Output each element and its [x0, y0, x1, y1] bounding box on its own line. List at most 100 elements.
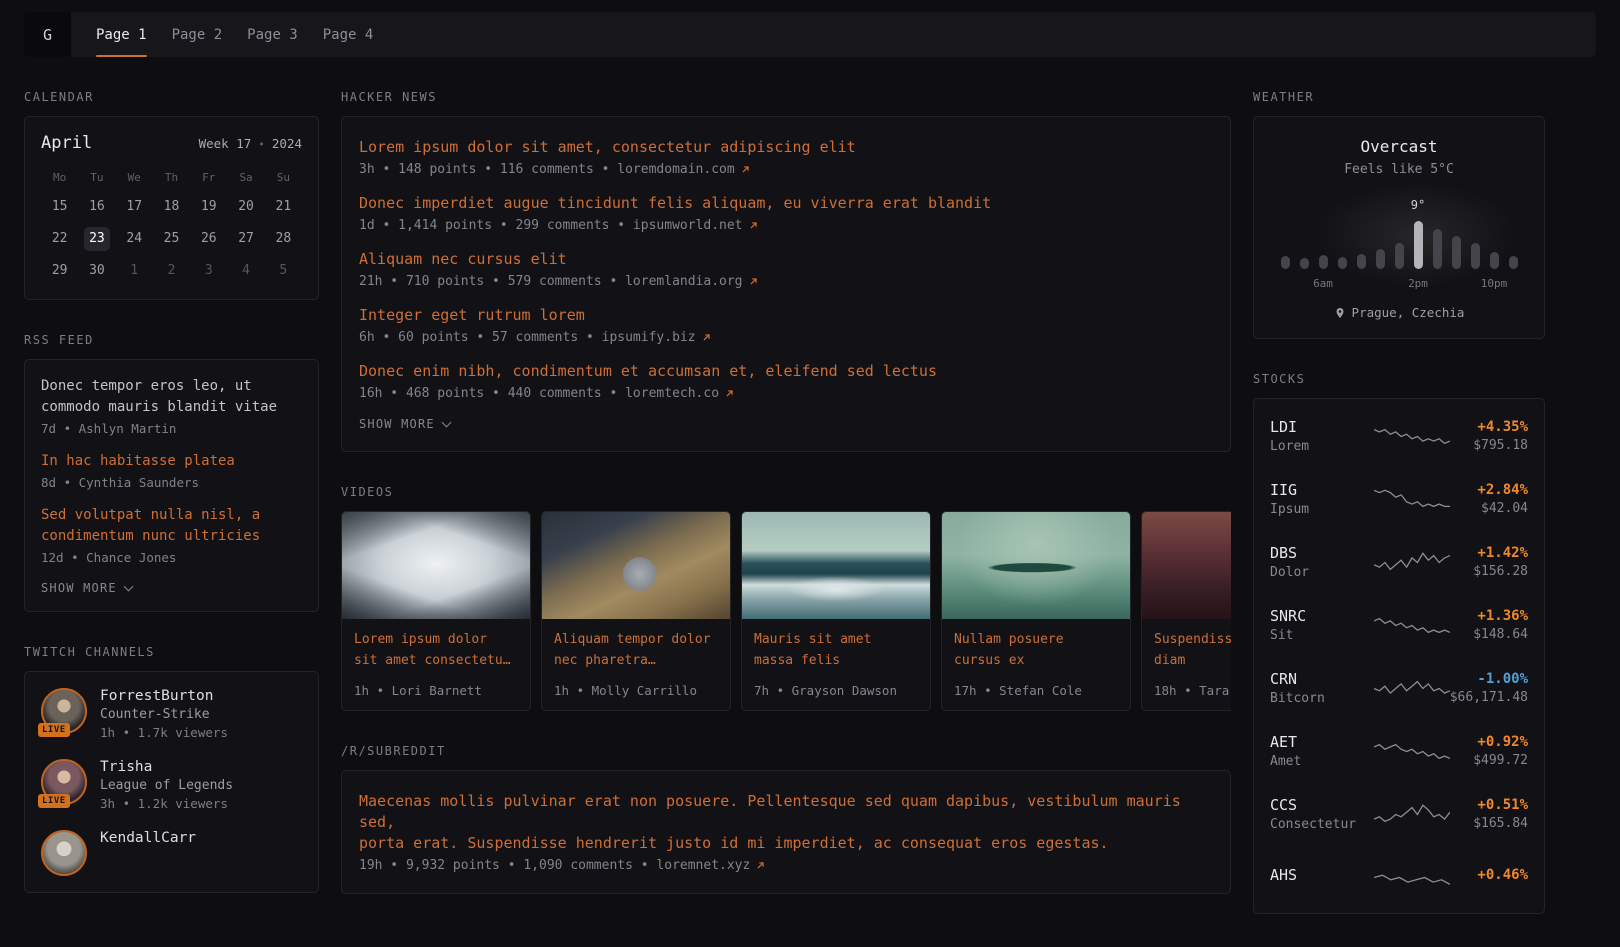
calendar-day: 27	[233, 227, 259, 251]
stock-id: SNRC Sit	[1270, 607, 1374, 643]
video-card[interactable]: Mauris sit amet massa felis 7h • Grayson…	[741, 511, 931, 711]
calendar-day: 24	[121, 227, 147, 251]
stock-row[interactable]: DBS Dolor +1.42% $156.28	[1270, 530, 1528, 593]
top-nav: G Page 1 Page 2 Page 3 Page 4	[24, 12, 1596, 57]
page-tab[interactable]: Page 2	[172, 12, 223, 57]
weather-condition: Overcast	[1270, 137, 1528, 156]
page-tab[interactable]: Page 4	[323, 12, 374, 57]
stock-sparkline	[1374, 547, 1450, 577]
calendar-day: 19	[196, 195, 222, 219]
feed-item: Aliquam nec cursus elit 21h • 710 points…	[359, 249, 1213, 289]
weather-time-slot: 2pm	[1414, 277, 1423, 291]
stock-ticker: IIG	[1270, 481, 1374, 499]
feed-item-meta: 3h • 148 points • 116 comments • loremdo…	[359, 162, 1213, 177]
stock-change: +4.35%	[1450, 419, 1528, 435]
external-link-icon[interactable]	[701, 332, 712, 343]
hn-show-more-button[interactable]: SHOW MORE	[359, 417, 1213, 431]
external-link-icon[interactable]	[740, 164, 751, 175]
video-card[interactable]: Lorem ipsum dolor sit amet consectetu… 1…	[341, 511, 531, 711]
feed-item-title[interactable]: Donec enim nibh, condimentum et accumsan…	[359, 361, 1213, 382]
rss-item-title[interactable]: Donec tempor eros leo, ut commodo mauris…	[41, 376, 302, 418]
twitch-channel-row[interactable]: LIVE ForrestBurton Counter-Strike 1h • 1…	[41, 688, 302, 740]
stock-price: $795.18	[1450, 438, 1528, 453]
weather-time-label: 2pm	[1408, 277, 1428, 290]
video-body: Suspendisse diam 18h • Tara	[1142, 619, 1231, 710]
channel-info: KendallCarr	[100, 830, 196, 876]
channel-info: ForrestBurton Counter-Strike 1h • 1.7k v…	[100, 688, 228, 740]
rss-item-title[interactable]: In hac habitasse platea	[41, 451, 302, 472]
weather-time-slot: 6am	[1319, 277, 1328, 291]
external-link-icon[interactable]	[724, 388, 735, 399]
calendar-day: 28	[270, 227, 296, 251]
stock-ticker: AET	[1270, 733, 1374, 751]
calendar-section-label: CALENDAR	[24, 90, 319, 104]
calendar-day-header: Su	[277, 169, 290, 187]
channel-game: League of Legends	[100, 778, 233, 793]
videos-widget: VIDEOS Lorem ipsum dolor sit amet consec…	[341, 485, 1231, 711]
video-card[interactable]: Nullam posuere cursus ex 17h • Stefan Co…	[941, 511, 1131, 711]
external-link-icon[interactable]	[748, 276, 759, 287]
page-tab[interactable]: Page 3	[247, 12, 298, 57]
video-thumbnail	[542, 512, 730, 619]
stock-row[interactable]: IIG Ipsum +2.84% $42.04	[1270, 467, 1528, 530]
rss-show-more-button[interactable]: SHOW MORE	[41, 581, 302, 595]
stock-row[interactable]: CCS Consectetur +0.51% $165.84	[1270, 782, 1528, 845]
weather-bar	[1300, 199, 1309, 269]
rss-item-title[interactable]: Sed volutpat nulla nisl, a condimentum n…	[41, 505, 302, 547]
weather-time-slot	[1452, 277, 1461, 291]
calendar-day-header: Tu	[90, 169, 103, 187]
weather-time-slot: 10pm	[1490, 277, 1499, 291]
feed-item-title[interactable]: Integer eget rutrum lorem	[359, 305, 1213, 326]
rss-item: Donec tempor eros leo, ut commodo mauris…	[41, 376, 302, 436]
weather-bar	[1357, 199, 1366, 269]
video-meta: 1h • Molly Carrillo	[554, 683, 718, 698]
temperature-label: 9°	[1411, 198, 1425, 212]
video-card[interactable]: Suspendisse diam 18h • Tara	[1141, 511, 1231, 711]
feed-item: Integer eget rutrum lorem 6h • 60 points…	[359, 305, 1213, 345]
video-thumbnail	[942, 512, 1130, 619]
calendar-day-header: Fr	[202, 169, 215, 187]
page-tab[interactable]: Page 1	[96, 12, 147, 57]
page-tabs: Page 1 Page 2 Page 3 Page 4	[96, 12, 373, 57]
stock-row[interactable]: CRN Bitcorn -1.00% $66,171.48	[1270, 656, 1528, 719]
weather-location-label: Prague, Czechia	[1352, 305, 1465, 320]
weather-bar	[1376, 199, 1385, 269]
feed-item-title[interactable]: Donec imperdiet augue tincidunt felis al…	[359, 193, 1213, 214]
channel-name: ForrestBurton	[100, 688, 228, 704]
stock-name: Dolor	[1270, 565, 1374, 580]
video-meta: 1h • Lori Barnett	[354, 683, 518, 698]
feed-item-title[interactable]: Aliquam nec cursus elit	[359, 249, 1213, 270]
stock-sparkline	[1374, 484, 1450, 514]
live-badge: LIVE	[38, 794, 70, 808]
weather-chart: 9° 6am 2pm 10pm	[1270, 199, 1528, 291]
stock-values: +1.42% $156.28	[1450, 545, 1528, 579]
twitch-section-label: TWITCH CHANNELS	[24, 645, 319, 659]
stock-price: $165.84	[1450, 816, 1528, 831]
stock-row[interactable]: LDI Lorem +4.35% $795.18	[1270, 404, 1528, 467]
video-meta: 17h • Stefan Cole	[954, 683, 1118, 698]
channel-name: Trisha	[100, 759, 233, 775]
rss-item-meta: 12d • Chance Jones	[41, 550, 302, 565]
stock-name: Ipsum	[1270, 502, 1374, 517]
twitch-channel-row[interactable]: LIVE Trisha League of Legends 3h • 1.2k …	[41, 759, 302, 811]
stock-name: Lorem	[1270, 439, 1374, 454]
external-link-icon[interactable]	[748, 220, 759, 231]
stock-row[interactable]: AET Amet +0.92% $499.72	[1270, 719, 1528, 782]
feed-item-title[interactable]: Lorem ipsum dolor sit amet, consectetur …	[359, 137, 1213, 158]
calendar-header: April Week 17 2024	[41, 133, 302, 153]
external-link-icon[interactable]	[755, 860, 766, 871]
stock-price: $42.04	[1450, 501, 1528, 516]
weather-bar: 9°	[1414, 199, 1423, 269]
feed-item-title[interactable]: Maecenas mollis pulvinar erat non posuer…	[359, 791, 1213, 854]
calendar-day: 26	[196, 227, 222, 251]
channel-meta: 1h • 1.7k viewers	[100, 725, 228, 740]
stock-row[interactable]: AHS +0.46%	[1270, 845, 1528, 908]
twitch-widget: TWITCH CHANNELS LIVE ForrestBurton Count…	[24, 645, 319, 893]
app-logo[interactable]: G	[24, 12, 71, 57]
twitch-channel-row[interactable]: KendallCarr	[41, 830, 302, 876]
stock-name: Amet	[1270, 754, 1374, 769]
video-card[interactable]: Aliquam tempor dolor nec pharetra… 1h • …	[541, 511, 731, 711]
stock-row[interactable]: SNRC Sit +1.36% $148.64	[1270, 593, 1528, 656]
rss-section-label: RSS FEED	[24, 333, 319, 347]
subreddit-widget: /R/SUBREDDIT Maecenas mollis pulvinar er…	[341, 744, 1231, 894]
